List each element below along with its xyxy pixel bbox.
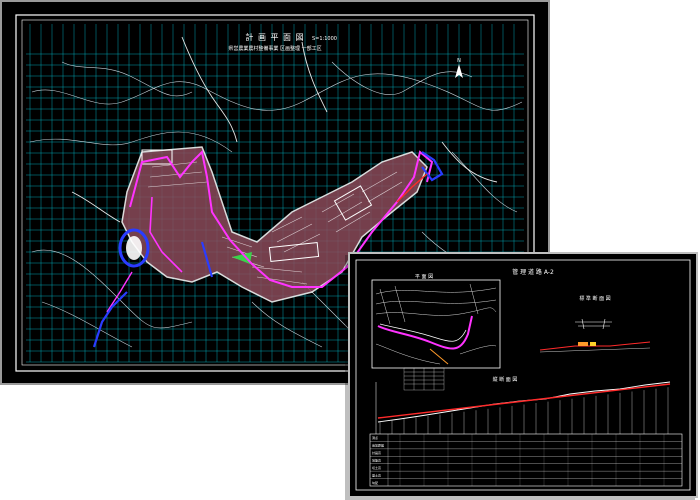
- table-row-label: 勾配: [372, 480, 378, 485]
- plan-inset-label: 平 面 図: [415, 274, 433, 280]
- plan-inset: [371, 279, 501, 369]
- svg-text:N: N: [457, 58, 461, 64]
- table-row-label: 計画高: [372, 450, 381, 455]
- plan-subtitle: 県営農業農村整備事業 区画整理 一部工区: [228, 45, 321, 52]
- north-arrow-icon: N: [455, 58, 463, 78]
- table-row-label: 切土高: [372, 465, 381, 470]
- profile-data-table: 測点追加距離計画高地盤高切土高盛土高勾配: [369, 433, 683, 487]
- table-row-label: 地盤高: [372, 457, 381, 462]
- detail-drawing-canvas: 管 理 道 路 A-2 平 面 図 標 準 断 面 図 縦 断 面 図 測点追加…: [355, 259, 691, 491]
- table-row-label: 盛土高: [372, 472, 381, 477]
- plan-scale: S=1:1000: [312, 36, 337, 42]
- profile-cross-section: [539, 341, 651, 353]
- plan-title: 計 画 平 面 図: [245, 32, 304, 42]
- detail-drawing-sheet: 管 理 道 路 A-2 平 面 図 標 準 断 面 図 縦 断 面 図 測点 追…: [348, 252, 698, 498]
- section-label: 標 準 断 面 図: [579, 295, 610, 302]
- detail-title: 管 理 道 路 A-2: [512, 268, 554, 276]
- standard-cross-section: [575, 318, 612, 330]
- profile-station-lines: [379, 387, 669, 434]
- spec-table: [403, 367, 445, 391]
- table-row-label: 追加距離: [372, 443, 384, 448]
- table-row-label: 測点: [372, 435, 378, 440]
- profile-label: 縦 断 面 図: [493, 376, 518, 383]
